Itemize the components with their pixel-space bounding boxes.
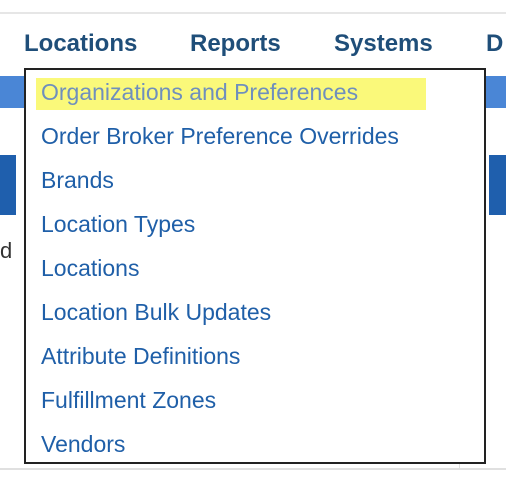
menu-systems[interactable]: Systems — [334, 30, 433, 58]
menu-item-fulfillment-zones[interactable]: Fulfillment Zones — [41, 387, 216, 414]
background-panel-header-left — [0, 155, 16, 215]
background-text-fragment: d — [0, 238, 13, 263]
menu-locations[interactable]: Locations — [24, 30, 137, 58]
menu-item-order-broker-preference-overrides[interactable]: Order Broker Preference Overrides — [41, 123, 399, 150]
menu-item-location-types[interactable]: Location Types — [41, 211, 195, 238]
menu-item-organizations-and-preferences[interactable]: Organizations and Preferences — [41, 79, 358, 106]
locations-dropdown-menu: Organizations and Preferences Order Brok… — [24, 68, 486, 464]
menu-item-brands[interactable]: Brands — [41, 167, 114, 194]
top-menu-bar: Locations Reports Systems D — [0, 14, 506, 74]
menu-truncated-item[interactable]: D — [486, 30, 503, 58]
menu-item-location-bulk-updates[interactable]: Location Bulk Updates — [41, 299, 271, 326]
menu-item-attribute-definitions[interactable]: Attribute Definitions — [41, 343, 240, 370]
background-panel-header-right — [489, 155, 506, 215]
top-border — [0, 0, 506, 14]
menu-item-locations[interactable]: Locations — [41, 255, 139, 282]
bottom-border — [0, 468, 506, 470]
menu-item-vendors[interactable]: Vendors — [41, 431, 125, 458]
menu-reports[interactable]: Reports — [190, 30, 281, 58]
